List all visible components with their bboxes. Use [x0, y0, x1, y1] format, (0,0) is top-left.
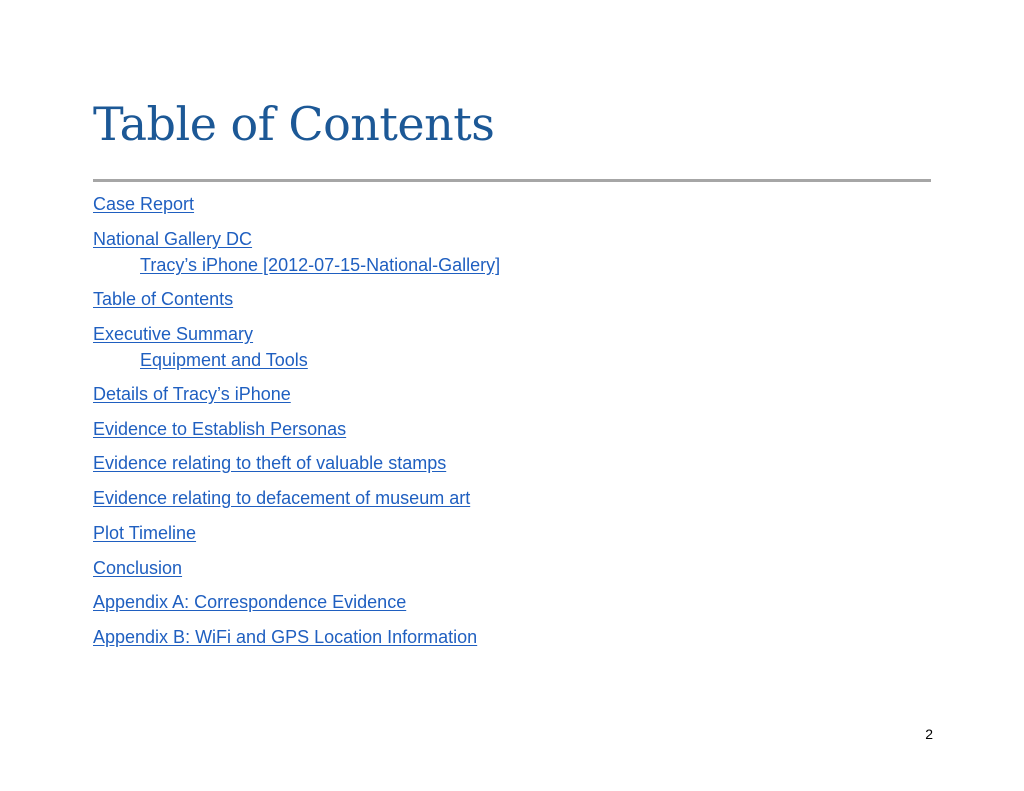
toc-link-evidence-defacement-art[interactable]: Evidence relating to defacement of museu… — [93, 487, 470, 509]
toc-link-appendix-a[interactable]: Appendix A: Correspondence Evidence — [93, 591, 406, 613]
toc-link-equipment-and-tools[interactable]: Equipment and Tools — [140, 349, 308, 371]
toc-link-evidence-theft-stamps[interactable]: Evidence relating to theft of valuable s… — [93, 452, 446, 474]
toc-link-plot-timeline[interactable]: Plot Timeline — [93, 522, 196, 544]
toc-link-case-report[interactable]: Case Report — [93, 193, 194, 215]
toc-link-evidence-personas[interactable]: Evidence to Establish Personas — [93, 418, 346, 440]
toc-link-executive-summary[interactable]: Executive Summary — [93, 323, 253, 345]
page-number: 2 — [925, 726, 933, 742]
title-divider — [93, 179, 931, 182]
document-page: Table of Contents Case Report National G… — [0, 0, 1024, 791]
toc-link-details-of-tracys-iphone[interactable]: Details of Tracy’s iPhone — [93, 383, 291, 405]
toc-link-national-gallery-dc[interactable]: National Gallery DC — [93, 228, 252, 250]
page-title: Table of Contents — [93, 97, 495, 151]
toc-link-table-of-contents[interactable]: Table of Contents — [93, 288, 233, 310]
toc-link-conclusion[interactable]: Conclusion — [93, 557, 182, 579]
toc-link-appendix-b[interactable]: Appendix B: WiFi and GPS Location Inform… — [93, 626, 477, 648]
toc-link-tracys-iphone-gallery[interactable]: Tracy’s iPhone [2012-07-15-National-Gall… — [140, 254, 500, 276]
